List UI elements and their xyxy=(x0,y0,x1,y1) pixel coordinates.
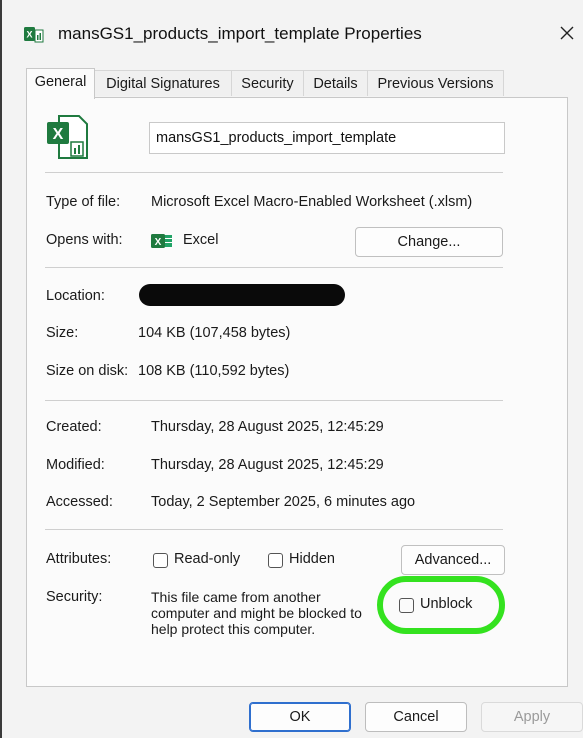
modified-value: Thursday, 28 August 2025, 12:45:29 xyxy=(151,457,384,473)
close-icon xyxy=(560,26,574,40)
tab-details[interactable]: Details xyxy=(303,70,368,96)
hidden-label[interactable]: Hidden xyxy=(289,551,335,567)
opens-with-label: Opens with: xyxy=(46,232,123,248)
hidden-checkbox[interactable] xyxy=(268,553,283,568)
tab-general[interactable]: General xyxy=(26,68,95,99)
close-button[interactable] xyxy=(550,14,583,52)
divider xyxy=(45,400,503,401)
tab-security[interactable]: Security xyxy=(231,70,304,96)
svg-text:X: X xyxy=(155,237,162,248)
readonly-label[interactable]: Read-only xyxy=(174,551,240,567)
svg-text:X: X xyxy=(53,126,64,143)
advanced-button[interactable]: Advanced... xyxy=(401,545,505,575)
excel-macro-file-icon: X xyxy=(47,115,88,159)
file-name-input[interactable] xyxy=(149,122,505,154)
security-message: This file came from another computer and… xyxy=(151,589,377,637)
type-value: Microsoft Excel Macro-Enabled Worksheet … xyxy=(151,194,473,210)
security-message-line: This file came from another xyxy=(151,589,321,605)
window-title: mansGS1_products_import_template Propert… xyxy=(58,24,422,43)
general-panel: X Type of file: Microsoft Excel Macro-En… xyxy=(26,97,568,687)
accessed-value: Today, 2 September 2025, 6 minutes ago xyxy=(151,494,416,510)
svg-text:X: X xyxy=(26,30,32,40)
divider xyxy=(45,172,503,173)
tab-previous-versions[interactable]: Previous Versions xyxy=(367,70,504,96)
green-highlight-annotation xyxy=(377,576,505,634)
opens-with-value: Excel xyxy=(183,232,219,248)
size-label: Size: xyxy=(46,325,79,341)
type-label: Type of file: xyxy=(46,194,121,210)
attributes-label: Attributes: xyxy=(46,551,112,567)
cancel-button[interactable]: Cancel xyxy=(365,702,467,732)
ok-button[interactable]: OK xyxy=(249,702,351,732)
created-value: Thursday, 28 August 2025, 12:45:29 xyxy=(151,419,384,435)
location-value-redacted xyxy=(139,284,345,306)
properties-dialog: X mansGS1_products_import_template Prope… xyxy=(0,0,583,738)
size-value: 104 KB (107,458 bytes) xyxy=(138,325,291,341)
size-on-disk-label: Size on disk: xyxy=(46,363,129,379)
readonly-checkbox[interactable] xyxy=(153,553,168,568)
excel-macro-file-icon: X xyxy=(24,27,44,43)
security-message-line: help protect this computer. xyxy=(151,621,316,637)
location-label: Location: xyxy=(46,288,105,304)
modified-label: Modified: xyxy=(46,457,105,473)
apply-button[interactable]: Apply xyxy=(481,702,583,732)
security-label: Security: xyxy=(46,589,103,605)
created-label: Created: xyxy=(46,419,102,435)
change-button[interactable]: Change... xyxy=(355,227,503,257)
divider xyxy=(45,529,503,530)
accessed-label: Accessed: xyxy=(46,494,113,510)
divider xyxy=(45,267,503,268)
excel-app-icon: X xyxy=(151,234,172,248)
security-message-line: computer and might be blocked to xyxy=(151,605,362,621)
title-bar[interactable]: X mansGS1_products_import_template Prope… xyxy=(2,0,583,68)
tab-digital-signatures[interactable]: Digital Signatures xyxy=(94,70,232,96)
size-on-disk-value: 108 KB (110,592 bytes) xyxy=(138,363,290,379)
